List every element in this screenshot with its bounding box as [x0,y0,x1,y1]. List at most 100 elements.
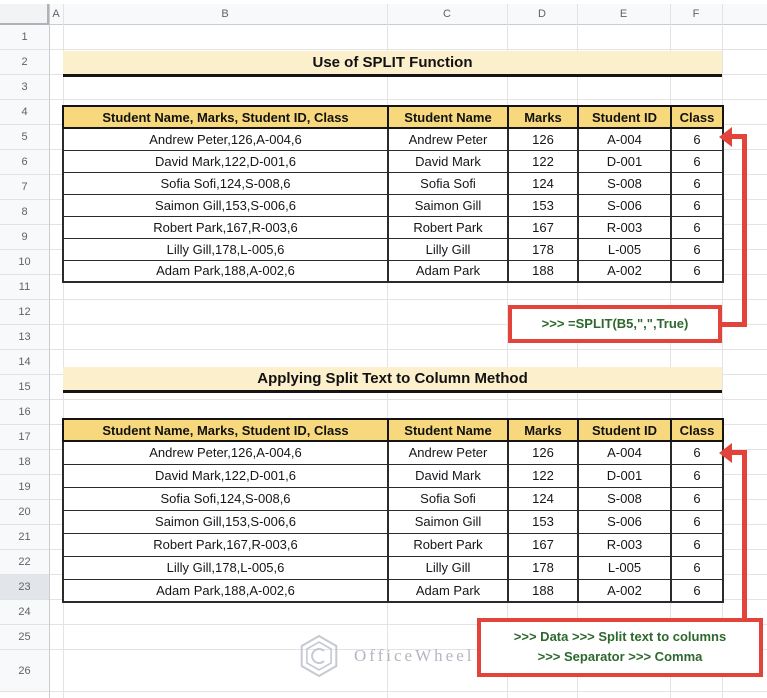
section1-title-cell[interactable]: Use of SPLIT Function [63,51,722,77]
row-header-25[interactable]: 25 [0,625,49,650]
row-header-21[interactable]: 21 [0,525,49,550]
row-header-15[interactable]: 15 [0,375,49,400]
column-header-C[interactable]: C [387,4,507,25]
menu-path-note-box[interactable]: >>> Data >>> Split text to columns >>> S… [477,618,763,677]
table-cell[interactable]: R-003 [577,532,672,557]
table-cell[interactable]: A-004 [577,127,672,151]
formula-note-box[interactable]: >>> =SPLIT(B5,",",True) [508,305,722,343]
table-cell[interactable]: Lilly Gill,178,L-005,6 [62,555,389,580]
table-cell[interactable]: 167 [507,532,579,557]
table-cell[interactable]: D-001 [577,463,672,488]
table-header-cell[interactable]: Student ID [577,418,672,442]
row-header-26[interactable]: 26 [0,650,49,692]
table-cell[interactable]: Robert Park,167,R-003,6 [62,215,389,239]
table-header-cell[interactable]: Student Name, Marks, Student ID, Class [62,418,389,442]
table-cell[interactable]: 188 [507,259,579,283]
row-header-24[interactable]: 24 [0,600,49,625]
row-header-11[interactable]: 11 [0,275,49,300]
table-cell[interactable]: Robert Park [387,215,509,239]
table-cell[interactable]: S-008 [577,171,672,195]
row-header-3[interactable]: 3 [0,75,49,100]
row-header-4[interactable]: 4 [0,100,49,125]
table-cell[interactable]: Adam Park [387,259,509,283]
table-cell[interactable]: 153 [507,193,579,217]
table-cell[interactable]: 122 [507,463,579,488]
table-cell[interactable]: Andrew Peter [387,127,509,151]
section2-title-cell[interactable]: Applying Split Text to Column Method [63,367,722,393]
select-all-corner[interactable] [0,4,49,25]
table-cell[interactable]: L-005 [577,555,672,580]
row-header-14[interactable]: 14 [0,350,49,375]
row-header-13[interactable]: 13 [0,325,49,350]
table-cell[interactable]: Sofia Sofi,124,S-008,6 [62,486,389,511]
table-header-cell[interactable]: Student Name [387,418,509,442]
table-cell[interactable]: 167 [507,215,579,239]
table-cell[interactable]: Robert Park [387,532,509,557]
row-header-7[interactable]: 7 [0,175,49,200]
table-cell[interactable]: Sofia Sofi [387,486,509,511]
table-cell[interactable]: 188 [507,578,579,603]
table-cell[interactable]: Saimon Gill [387,509,509,534]
table-header-cell[interactable]: Student Name, Marks, Student ID, Class [62,105,389,129]
table-cell[interactable]: 6 [670,509,724,534]
table-cell[interactable]: A-004 [577,440,672,465]
table-cell[interactable]: D-001 [577,149,672,173]
row-header-17[interactable]: 17 [0,425,49,450]
table-cell[interactable]: 6 [670,555,724,580]
table-cell[interactable]: Adam Park,188,A-002,6 [62,578,389,603]
table-cell[interactable]: Lilly Gill [387,237,509,261]
split-function-table[interactable]: Student Name, Marks, Student ID, Class St… [62,105,724,283]
table-header-cell[interactable]: Class [670,418,724,442]
table-cell[interactable]: Andrew Peter,126,A-004,6 [62,440,389,465]
row-header-22[interactable]: 22 [0,550,49,575]
table-cell[interactable]: 124 [507,171,579,195]
table-cell[interactable]: Robert Park,167,R-003,6 [62,532,389,557]
table-cell[interactable]: Saimon Gill,153,S-006,6 [62,193,389,217]
table-cell[interactable]: 153 [507,509,579,534]
table-header-cell[interactable]: Student ID [577,105,672,129]
table-cell[interactable]: 178 [507,237,579,261]
row-header-9[interactable]: 9 [0,225,49,250]
table-cell[interactable]: 6 [670,193,724,217]
table-cell[interactable]: 126 [507,440,579,465]
column-header-A[interactable]: A [49,4,63,25]
table-cell[interactable]: 122 [507,149,579,173]
table-cell[interactable]: S-008 [577,486,672,511]
row-header-23[interactable]: 23 [0,575,49,600]
table-cell[interactable]: S-006 [577,509,672,534]
table-header-cell[interactable]: Marks [507,105,579,129]
table-cell[interactable]: Saimon Gill [387,193,509,217]
column-header-D[interactable]: D [507,4,577,25]
row-header-12[interactable]: 12 [0,300,49,325]
row-header-5[interactable]: 5 [0,125,49,150]
table-header-cell[interactable]: Student Name [387,105,509,129]
row-header-6[interactable]: 6 [0,150,49,175]
row-header-16[interactable]: 16 [0,400,49,425]
table-cell[interactable]: David Mark [387,149,509,173]
table-cell[interactable]: Lilly Gill [387,555,509,580]
table-cell[interactable]: 6 [670,440,724,465]
table-cell[interactable]: David Mark [387,463,509,488]
row-header-1[interactable]: 1 [0,25,49,50]
table-cell[interactable]: L-005 [577,237,672,261]
table-cell[interactable]: 6 [670,578,724,603]
column-header-B[interactable]: B [63,4,387,25]
table-cell[interactable]: 6 [670,215,724,239]
row-header-19[interactable]: 19 [0,475,49,500]
table-cell[interactable]: 124 [507,486,579,511]
table-cell[interactable]: Sofia Sofi [387,171,509,195]
table-cell[interactable]: 6 [670,149,724,173]
table-cell[interactable]: 178 [507,555,579,580]
table-cell[interactable]: Adam Park [387,578,509,603]
table-cell[interactable]: 6 [670,259,724,283]
table-cell[interactable]: Saimon Gill,153,S-006,6 [62,509,389,534]
table-cell[interactable]: 6 [670,532,724,557]
table-cell[interactable]: Andrew Peter [387,440,509,465]
table-cell[interactable]: Sofia Sofi,124,S-008,6 [62,171,389,195]
table-cell[interactable]: David Mark,122,D-001,6 [62,463,389,488]
table-cell[interactable]: 6 [670,463,724,488]
table-cell[interactable]: Lilly Gill,178,L-005,6 [62,237,389,261]
table-cell[interactable]: A-002 [577,578,672,603]
table-cell[interactable]: R-003 [577,215,672,239]
row-header-10[interactable]: 10 [0,250,49,275]
